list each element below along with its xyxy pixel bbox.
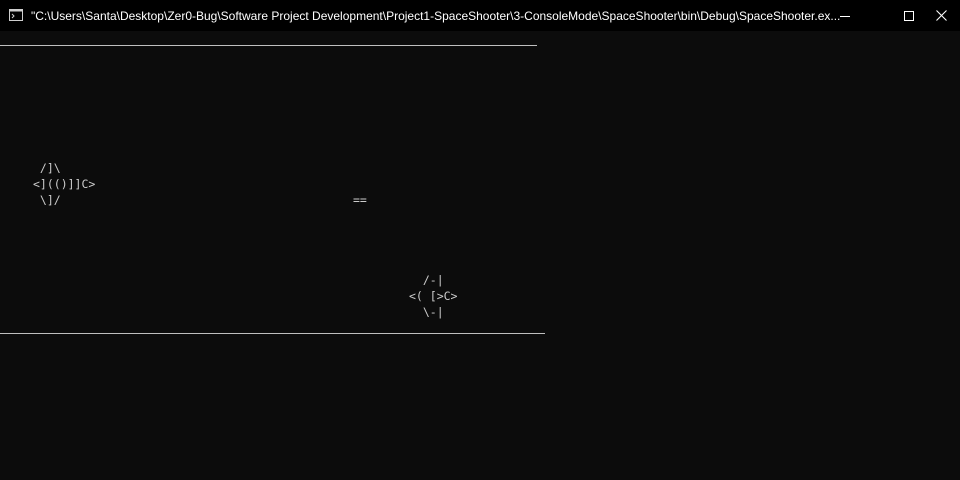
play-area-bottom-border [0,333,545,334]
play-area-top-border [0,45,537,46]
projectile: == [353,193,367,207]
enemy-ship: /-| <( [>C> \-| [409,273,458,319]
maximize-icon [904,10,914,21]
window-title: "C:\Users\Santa\Desktop\Zer0-Bug\Softwar… [31,9,841,23]
console-window: "C:\Users\Santa\Desktop\Zer0-Bug\Softwar… [0,0,960,480]
minimize-icon [840,15,850,17]
console-output[interactable]: /]\ <](()]]C> \]/ == /-| <( [>C> \-| [0,31,960,480]
title-bar[interactable]: "C:\Users\Santa\Desktop\Zer0-Bug\Softwar… [0,0,960,31]
close-button[interactable] [918,0,960,31]
minimize-button[interactable] [822,0,868,31]
close-icon [935,10,947,21]
console-app-icon [9,9,23,21]
player-ship: /]\ <](()]]C> \]/ [33,161,96,207]
